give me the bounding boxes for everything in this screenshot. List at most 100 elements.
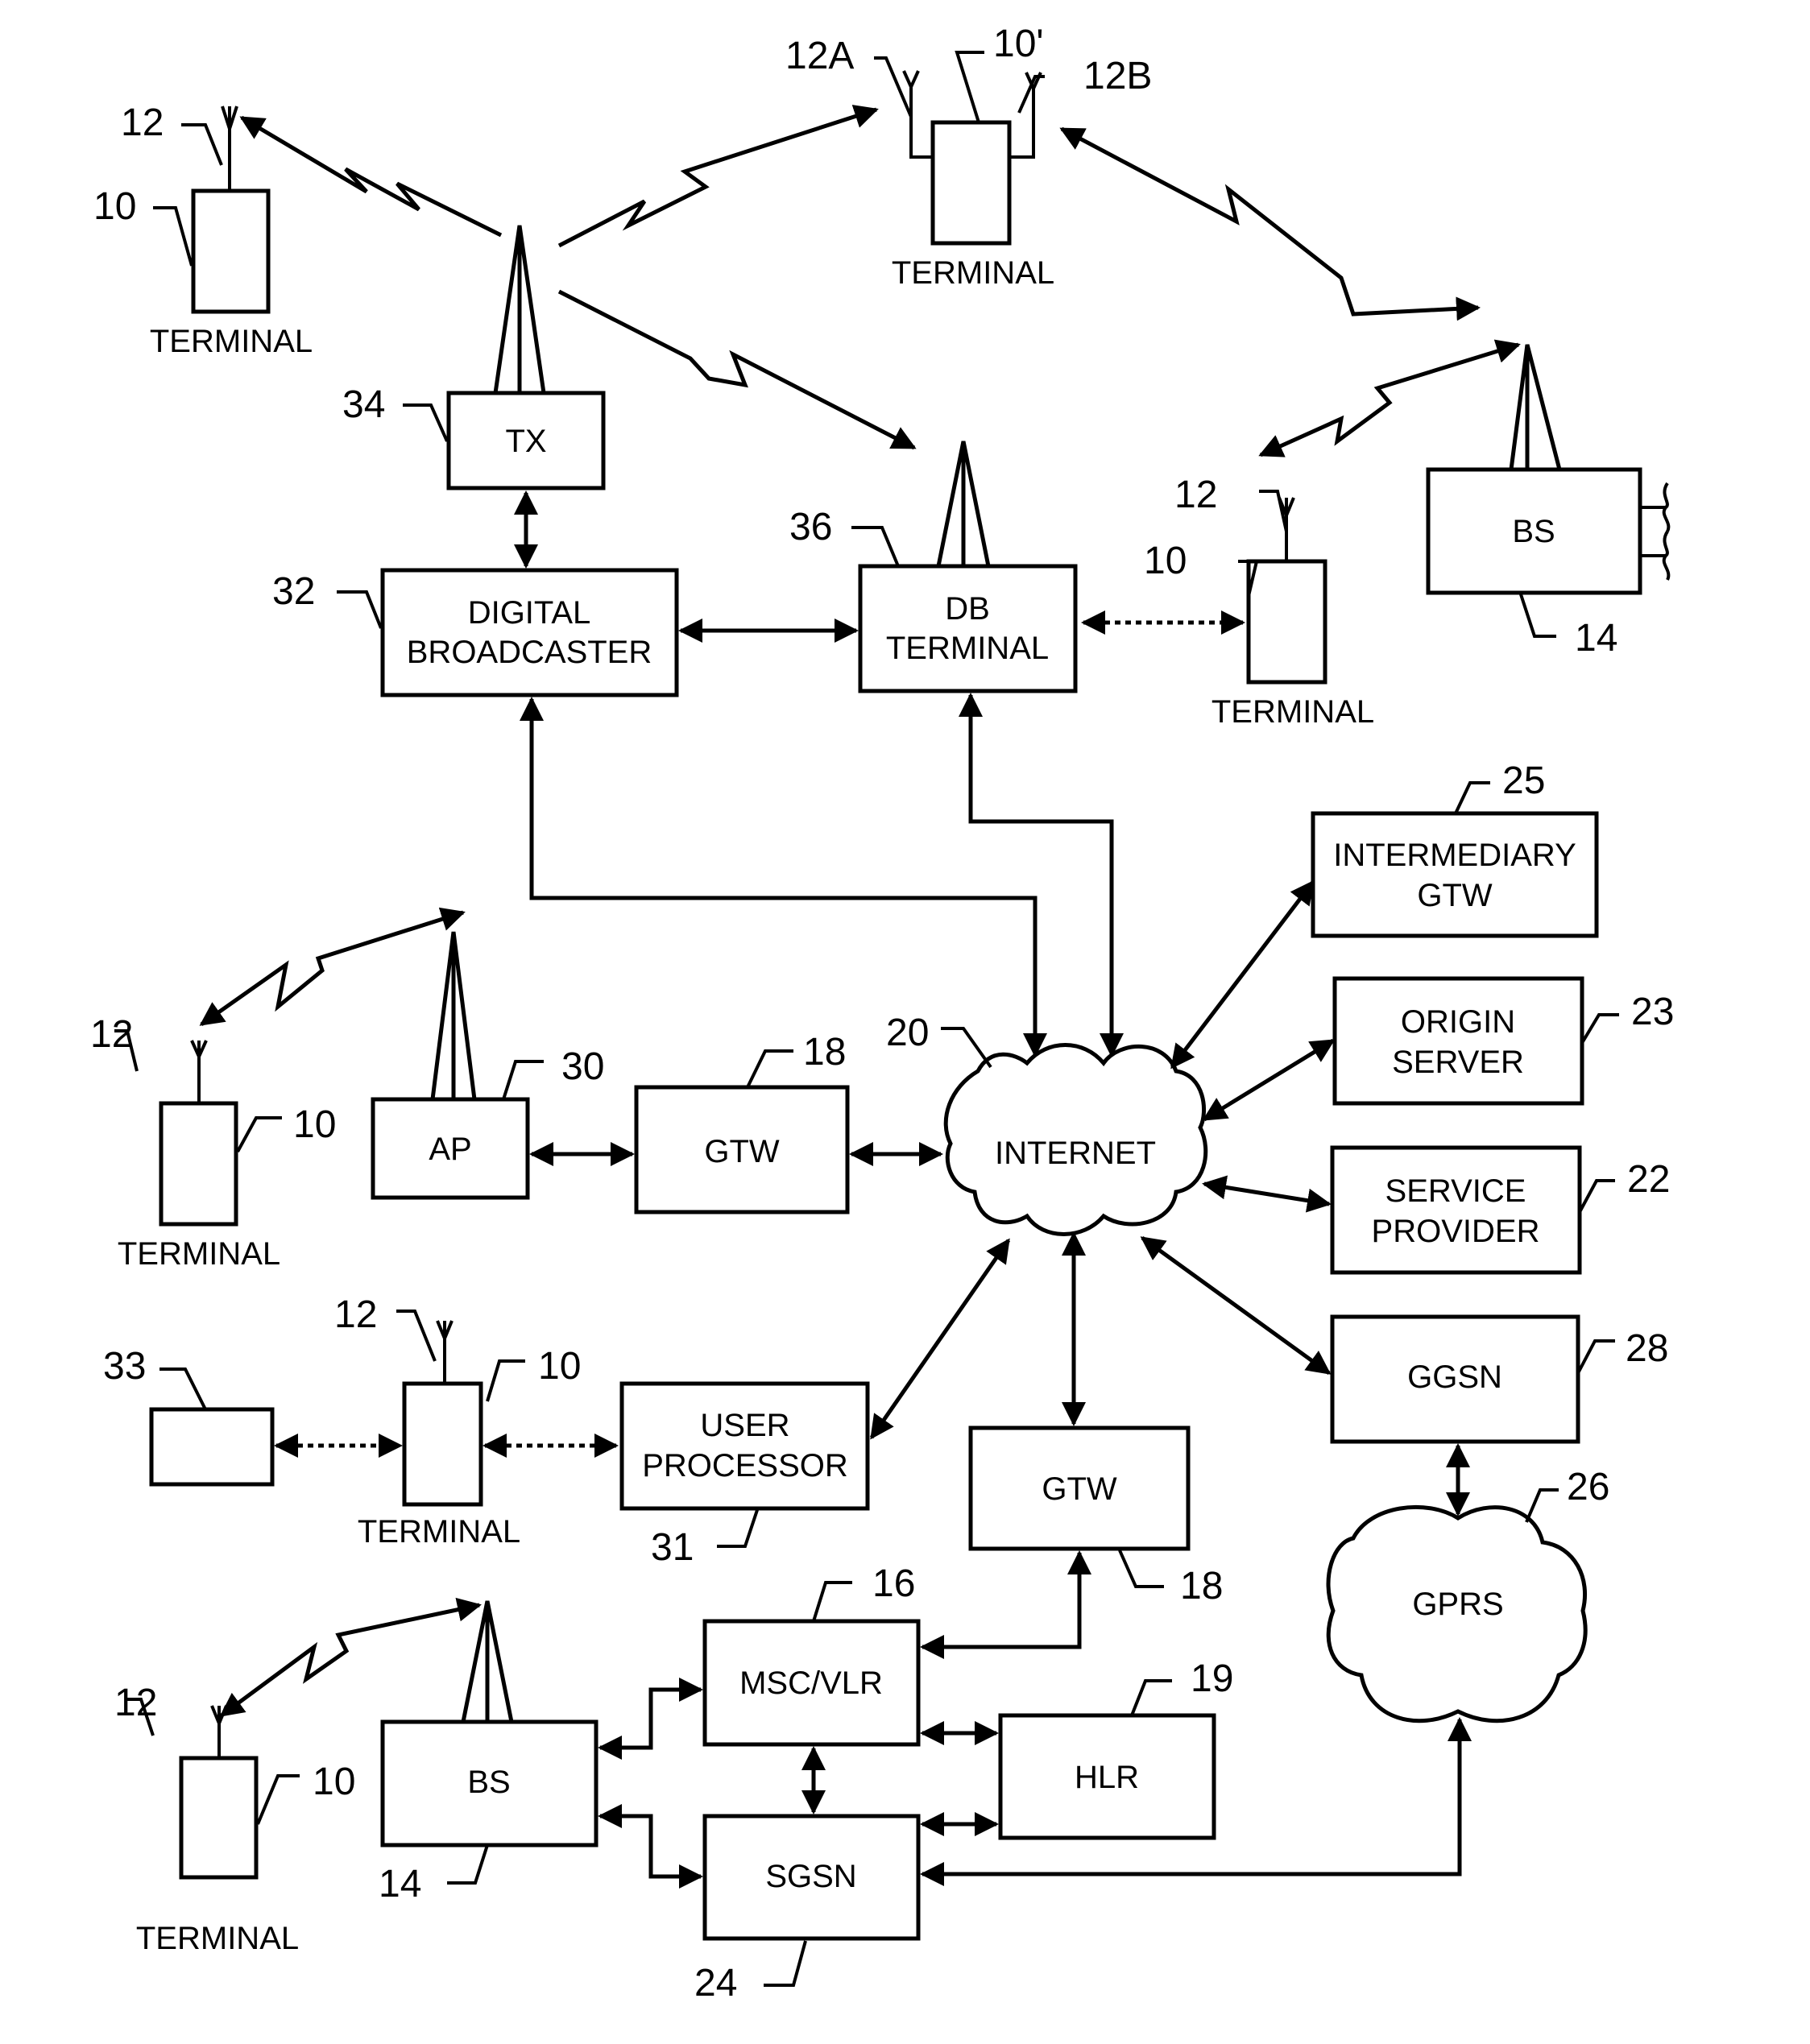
service-provider-box <box>1330 1145 1582 1275</box>
antenna-b-icon <box>1009 72 1042 159</box>
device-33-box <box>149 1407 275 1487</box>
terminal-caption: TERMINAL <box>892 255 1054 291</box>
tower-icon <box>936 441 991 567</box>
ref-leader <box>403 403 449 442</box>
wireless-link <box>1258 339 1521 457</box>
ref-leader <box>1578 1179 1615 1213</box>
ap-node[interactable]: AP 30 <box>371 931 604 1200</box>
user-processor-box <box>619 1381 870 1511</box>
antenna-icon <box>210 1705 228 1758</box>
ref-gtw-ap: 18 <box>803 1031 846 1074</box>
device-33-node[interactable]: 33 <box>103 1345 275 1487</box>
terminal-body <box>179 1756 259 1880</box>
terminal-caption: TERMINAL <box>1211 694 1374 730</box>
ref-antenna: 12 <box>121 101 164 144</box>
ref-terminal: 10 <box>93 185 136 228</box>
tx-node[interactable]: TX 34 <box>342 225 606 490</box>
antenna-icon <box>190 1040 208 1103</box>
gtw-ap-node[interactable]: GTW 18 <box>634 1031 850 1214</box>
link-bs-sgsn <box>598 1804 703 1889</box>
ref-leader <box>874 56 913 118</box>
terminal-user-side[interactable]: 12 10 TERMINAL <box>334 1293 581 1550</box>
terminal-caption: TERMINAL <box>358 1514 520 1550</box>
ref-leader <box>153 206 193 267</box>
ref-antenna-a: 12A <box>785 35 854 77</box>
ref-leader <box>851 526 900 567</box>
tx-label: TX <box>505 424 546 459</box>
hlr-label: HLR <box>1075 1760 1139 1795</box>
terminal-caption: TERMINAL <box>136 1921 299 1956</box>
link-internet-service-provider <box>1202 1175 1332 1213</box>
link-broadcaster-internet <box>520 697 1047 1057</box>
service-provider-node[interactable]: SERVICE PROVIDER 22 <box>1330 1145 1670 1275</box>
origin-server-label-line1: ORIGIN <box>1401 1004 1515 1040</box>
ref-leader <box>1580 1013 1619 1045</box>
wireless-link <box>557 105 879 248</box>
terminal-body <box>191 188 271 314</box>
ref-leader <box>486 1359 525 1402</box>
ref-leader <box>812 1581 852 1622</box>
gprs-node[interactable]: GPRS 26 <box>1326 1466 1609 1723</box>
terminal-ap-side[interactable]: 12 10 TERMINAL <box>90 1013 336 1272</box>
digital-broadcaster-node[interactable]: DIGITAL BROADCASTER 32 <box>272 568 679 697</box>
sgsn-label: SGSN <box>765 1859 856 1894</box>
antenna-icon <box>221 106 238 191</box>
ref-leader <box>1519 594 1556 638</box>
ref-antenna: 12 <box>334 1293 377 1336</box>
link-internet-intermediary <box>1170 879 1315 1070</box>
terminal-db-side[interactable]: 12 10 TERMINAL <box>1144 474 1374 730</box>
terminal-caption: TERMINAL <box>150 324 313 359</box>
bs-label: BS <box>467 1765 510 1800</box>
hlr-node[interactable]: HLR 19 <box>998 1657 1233 1840</box>
ref-bs-top: 14 <box>1575 617 1617 660</box>
bs-top-node[interactable]: BS 14 <box>1426 344 1671 660</box>
link-dbterminal-internet <box>959 693 1124 1057</box>
ref-antenna: 12 <box>90 1013 133 1056</box>
terminal-dual-antenna[interactable]: 12A 10' 12B TERMINAL <box>785 23 1152 291</box>
gtw-msc-node[interactable]: GTW 18 <box>968 1425 1223 1607</box>
terminal-body <box>159 1101 238 1227</box>
digital-broadcaster-label-line2: BROADCASTER <box>407 635 652 670</box>
db-terminal-box <box>858 564 1078 693</box>
terminal-bottom[interactable]: 12 10 TERMINAL <box>114 1682 355 1956</box>
internet-node[interactable]: INTERNET 20 <box>886 1012 1208 1236</box>
ap-label: AP <box>429 1132 471 1167</box>
ref-bs-bottom: 14 <box>379 1863 421 1905</box>
intermediary-gtw-node[interactable]: INTERMEDIARY GTW 25 <box>1311 759 1599 938</box>
ref-gtw-msc: 18 <box>1180 1565 1223 1607</box>
gtw-label: GTW <box>704 1134 780 1169</box>
bs-label: BS <box>1512 514 1555 549</box>
ggsn-node[interactable]: GGSN 28 <box>1330 1314 1668 1444</box>
digital-broadcaster-box <box>380 568 679 697</box>
ref-leader <box>746 1049 793 1088</box>
ref-leader <box>396 1310 437 1362</box>
user-processor-label-line1: USER <box>700 1408 789 1443</box>
gtw-label: GTW <box>1042 1471 1117 1507</box>
ref-leader <box>764 1940 807 1987</box>
ref-service-provider: 22 <box>1627 1158 1670 1201</box>
network-diagram: 12 10 TERMINAL TX 34 12A 10' 12B TERMINA… <box>90 23 1674 2005</box>
origin-server-node[interactable]: ORIGIN SERVER 23 <box>1332 976 1674 1106</box>
ref-leader <box>717 1509 759 1548</box>
ref-ggsn: 28 <box>1626 1327 1668 1370</box>
trunk-line-icon <box>1640 482 1671 532</box>
user-processor-node[interactable]: USER PROCESSOR 31 <box>619 1381 870 1569</box>
msc-vlr-node[interactable]: MSC/VLR 16 <box>702 1562 921 1747</box>
antenna-icon <box>436 1320 454 1384</box>
ref-ap: 30 <box>561 1045 604 1088</box>
sgsn-node[interactable]: SGSN 24 <box>694 1814 921 2005</box>
db-terminal-node[interactable]: DB TERMINAL 36 <box>789 441 1078 693</box>
msc-vlr-label: MSC/VLR <box>739 1665 883 1701</box>
intermediary-gtw-label-line2: GTW <box>1417 878 1493 913</box>
ref-leader <box>159 1367 207 1410</box>
ref-leader <box>502 1060 544 1100</box>
ref-leader <box>1259 490 1288 532</box>
link-bs-msc <box>598 1678 703 1760</box>
service-provider-label-line1: SERVICE <box>1385 1173 1526 1209</box>
ref-terminal: 10 <box>313 1761 355 1803</box>
service-provider-label-line2: PROVIDER <box>1372 1214 1540 1249</box>
intermediary-gtw-box <box>1311 811 1599 938</box>
bs-bottom-node[interactable]: BS 14 <box>379 1600 599 1905</box>
link-internet-user-processor <box>869 1238 1011 1440</box>
wireless-link <box>557 289 917 450</box>
